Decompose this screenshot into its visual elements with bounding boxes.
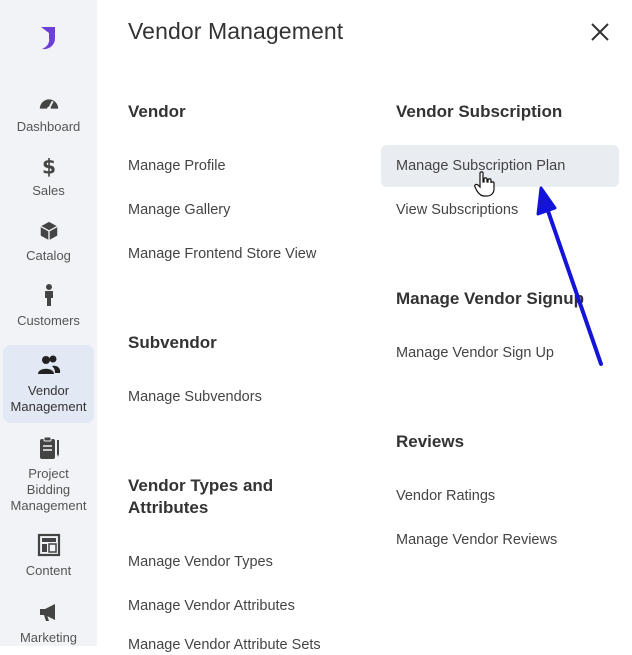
link-manage-vendor-sign-up[interactable]: Manage Vendor Sign Up [396,343,554,363]
close-icon[interactable] [589,21,611,43]
vendor-users-icon [37,355,60,374]
sidebar-item-label: Customers [17,313,80,328]
section-title-vendor-types: Vendor Types and Attributes [128,476,274,517]
section-title-vendor: Vendor [128,102,186,121]
link-manage-gallery[interactable]: Manage Gallery [128,200,230,220]
sidebar-item-catalog[interactable]: Catalog [3,220,94,264]
layout-icon [37,533,60,557]
sidebar-item-label: Marketing [19,630,78,645]
link-manage-subvendors[interactable]: Manage Subvendors [128,387,262,407]
box-icon [39,221,58,241]
sidebar-item-sales[interactable]: $ Sales [3,155,94,199]
sidebar-item-label: Project Bidding Management [10,466,87,513]
link-manage-profile[interactable]: Manage Profile [128,156,226,176]
section-title-reviews: Reviews [396,432,465,451]
panel-title: Vendor Management [128,18,344,44]
sidebar-item-label: Dashboard [16,119,81,134]
sidebar-item-label: Content [25,563,72,578]
sidebar-item-dashboard[interactable]: Dashboard [3,93,94,135]
link-manage-frontend-store-view[interactable]: Manage Frontend Store View [128,244,316,264]
link-manage-vendor-reviews[interactable]: Manage Vendor Reviews [396,530,557,550]
sidebar: Dashboard $ Sales Catalog Customers Vend… [0,0,97,646]
link-view-subscriptions[interactable]: View Subscriptions [396,200,518,220]
dollar-icon: $ [41,155,55,177]
link-manage-vendor-attributes[interactable]: Manage Vendor Attributes [128,596,295,616]
section-title-manage-vendor-signup: Manage Vendor Signup [396,289,584,308]
app-logo-icon[interactable] [36,24,60,52]
link-vendor-ratings[interactable]: Vendor Ratings [396,486,495,506]
sidebar-item-project-bidding[interactable]: Project Bidding Management [3,436,94,516]
sidebar-item-label: Catalog [26,248,71,263]
link-manage-vendor-types[interactable]: Manage Vendor Types [128,552,273,572]
sidebar-item-vendor-management[interactable]: Vendor Management [3,345,94,423]
svg-text:$: $ [41,155,55,177]
megaphone-icon [39,604,55,621]
clipboard-icon [39,436,59,459]
section-title-vendor-subscription: Vendor Subscription [396,102,563,121]
sidebar-item-content[interactable]: Content [3,533,94,579]
dashboard-gauge-icon [39,99,58,111]
sidebar-item-label: Vendor Management [10,383,87,414]
sidebar-item-label: Sales [32,183,65,198]
link-manage-vendor-attribute-sets[interactable]: Manage Vendor Attribute Sets [128,635,321,655]
hand-cursor-icon [474,171,495,197]
person-icon [44,284,53,306]
vendor-management-panel: Vendor Management Vendor Manage Profile … [97,0,632,653]
sidebar-item-marketing[interactable]: Marketing [3,600,94,646]
sidebar-item-customers[interactable]: Customers [3,283,94,329]
section-title-subvendor: Subvendor [128,333,217,352]
